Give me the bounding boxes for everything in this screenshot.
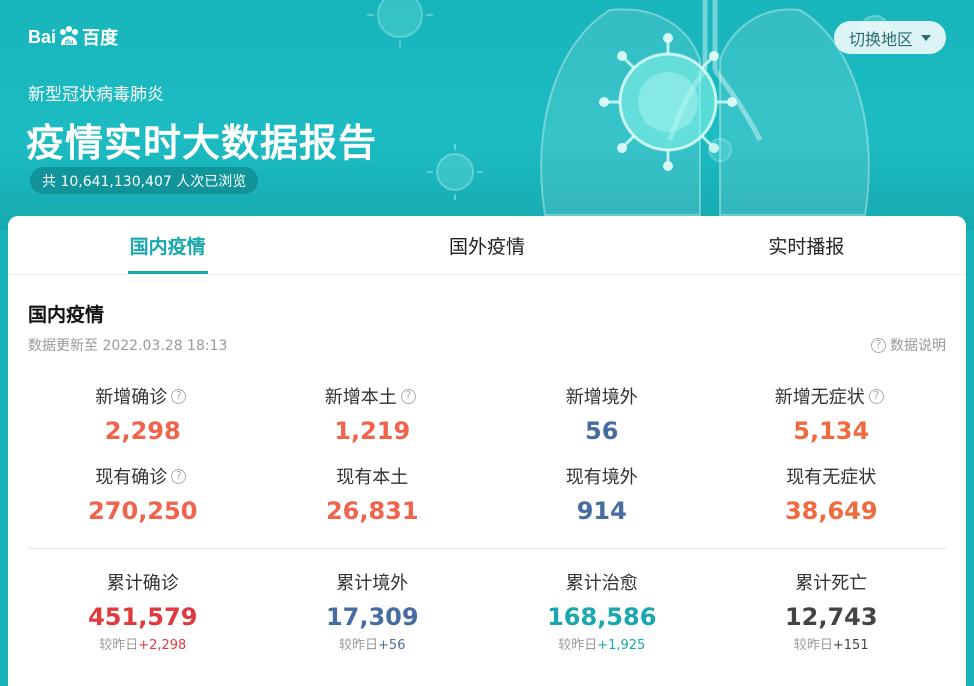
svg-text:du: du xyxy=(65,39,74,46)
tab-international[interactable]: 国外疫情 xyxy=(327,216,646,274)
stat-label: 新增本土 xyxy=(324,387,397,408)
stat-label: 累计确诊 xyxy=(106,573,179,594)
stat-label: 新增无症状 xyxy=(774,387,865,408)
data-explain-link[interactable]: ? 数据说明 xyxy=(867,335,946,355)
content-panel: 国内疫情 国外疫情 实时播报 国内疫情 数据更新至 2022.03.28 18:… xyxy=(8,216,966,686)
stat-label: 现有确诊 xyxy=(95,467,168,488)
stat-new-imported: 新增境外 56 xyxy=(487,384,717,446)
stats-row-cumulative: 累计确诊 451,579 较昨日+2,298 累计境外 17,309 较昨日+5… xyxy=(28,570,946,653)
baidu-logo: Bai du 百度 xyxy=(28,26,119,48)
stat-label: 现有无症状 xyxy=(786,467,877,488)
stat-diff: 较昨日+151 xyxy=(793,638,869,653)
stat-current-confirmed: 现有确诊? 270,250 xyxy=(28,464,258,526)
stat-value: 38,649 xyxy=(784,497,878,525)
view-count-badge: 共 10,641,130,407 人次已浏览 xyxy=(30,167,259,194)
stat-new-local: 新增本土? 1,219 xyxy=(258,384,488,446)
stat-total-recovered: 累计治愈 168,586 较昨日+1,925 xyxy=(487,570,717,653)
stats-row-current: 现有确诊? 270,250 现有本土 26,831 现有境外 914 现有无症状… xyxy=(28,464,946,526)
help-icon: ? xyxy=(871,337,886,353)
help-icon[interactable]: ? xyxy=(171,388,187,404)
page-title: 疫情实时大数据报告 xyxy=(26,121,378,165)
stat-value: 451,579 xyxy=(88,603,198,631)
stat-current-imported: 现有境外 914 xyxy=(487,464,717,526)
help-icon[interactable]: ? xyxy=(868,388,884,404)
stat-value: 26,831 xyxy=(325,497,419,525)
stat-value: 270,250 xyxy=(88,497,198,525)
stat-value: 168,586 xyxy=(547,603,657,631)
stat-value: 2,298 xyxy=(104,417,181,445)
virus-icon xyxy=(367,0,433,48)
stat-total-confirmed: 累计确诊 451,579 较昨日+2,298 xyxy=(28,570,258,653)
stat-value: 914 xyxy=(576,497,627,525)
caret-down-icon xyxy=(921,34,931,41)
stat-value: 56 xyxy=(585,417,619,445)
stat-diff: 较昨日+56 xyxy=(339,638,406,653)
hero-subtitle: 新型冠状病毒肺炎 xyxy=(28,85,164,105)
tab-bar: 国内疫情 国外疫情 实时播报 xyxy=(8,216,966,275)
stat-value: 1,219 xyxy=(334,417,411,445)
help-icon[interactable]: ? xyxy=(400,388,416,404)
stat-value: 12,743 xyxy=(784,603,878,631)
paw-icon: du xyxy=(60,26,79,46)
stats-row-new: 新增确诊? 2,298 新增本土? 1,219 新增境外 56 新增无症状? 5… xyxy=(28,384,946,446)
divider xyxy=(28,548,946,549)
virus-icon xyxy=(708,138,732,162)
stat-label: 新增境外 xyxy=(565,387,638,408)
update-time: 数据更新至 2022.03.28 18:13 xyxy=(28,338,228,354)
stat-total-deaths: 累计死亡 12,743 较昨日+151 xyxy=(717,570,947,653)
stat-label: 现有本土 xyxy=(336,467,409,488)
data-explain-label: 数据说明 xyxy=(890,338,946,354)
section-title: 国内疫情 xyxy=(28,304,105,326)
stat-label: 累计境外 xyxy=(336,573,409,594)
stat-value: 17,309 xyxy=(325,603,419,631)
stat-diff: 较昨日+1,925 xyxy=(558,638,646,653)
tab-domestic[interactable]: 国内疫情 xyxy=(8,216,327,274)
hero-banner: Bai du 百度 切换地区 新型冠状病毒肺炎 疫情实时大数据报告 共 10,6… xyxy=(0,0,974,230)
switch-region-label: 切换地区 xyxy=(848,29,913,49)
stat-current-asymptomatic: 现有无症状 38,649 xyxy=(717,464,947,526)
help-icon[interactable]: ? xyxy=(171,468,187,484)
stat-total-imported: 累计境外 17,309 较昨日+56 xyxy=(258,570,488,653)
tab-live-news[interactable]: 实时播报 xyxy=(647,216,966,274)
stat-new-confirmed: 新增确诊? 2,298 xyxy=(28,384,258,446)
stat-label: 现有境外 xyxy=(565,467,638,488)
stat-label: 新增确诊 xyxy=(95,387,168,408)
stat-current-local: 现有本土 26,831 xyxy=(258,464,488,526)
stat-diff: 较昨日+2,298 xyxy=(99,638,187,653)
stat-label: 累计治愈 xyxy=(565,573,638,594)
virus-icon xyxy=(427,144,483,200)
stat-value: 5,134 xyxy=(793,417,870,445)
switch-region-button[interactable]: 切换地区 xyxy=(834,21,946,54)
stat-new-asymptomatic: 新增无症状? 5,134 xyxy=(717,384,947,446)
stat-label: 累计死亡 xyxy=(795,573,868,594)
